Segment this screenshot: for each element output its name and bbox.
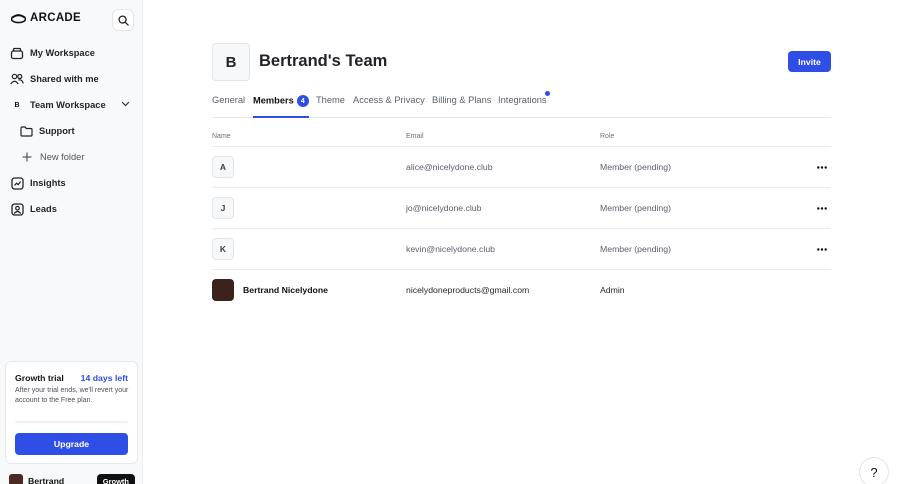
folder-icon [19, 124, 33, 138]
leads-icon [10, 202, 24, 216]
search-icon [117, 14, 129, 26]
arcade-logo-icon [11, 14, 26, 24]
sidebar-item-label: Team Workspace [30, 100, 106, 110]
sidebar-item-team-workspace[interactable]: B Team Workspace [10, 94, 134, 116]
users-icon [10, 72, 24, 86]
tab-billing-plans[interactable]: Billing & Plans [432, 95, 491, 118]
table-row: K kevin@nicelydone.club Member (pending) [212, 228, 831, 269]
member-role: Member (pending) [600, 162, 671, 172]
settings-tabs: General Members 4 Theme Access & Privacy … [212, 91, 831, 118]
member-email: kevin@nicelydone.club [406, 244, 495, 254]
upgrade-button[interactable]: Upgrade [15, 433, 128, 455]
page-title: Bertrand's Team [259, 52, 388, 70]
member-count-badge: 4 [296, 95, 309, 107]
sidebar-item-my-workspace[interactable]: My Workspace [10, 42, 134, 64]
table-row: A alice@nicelydone.club Member (pending) [212, 146, 831, 187]
new-folder-button[interactable]: New folder [20, 146, 134, 168]
chevron-down-icon[interactable] [121, 99, 130, 109]
member-email: nicelydoneproducts@gmail.com [406, 285, 530, 295]
tab-integrations[interactable]: Integrations [498, 91, 550, 118]
sidebar-item-support[interactable]: Support [19, 120, 134, 142]
tab-access-privacy[interactable]: Access & Privacy [353, 95, 425, 118]
sidebar-item-label: Leads [30, 204, 57, 214]
avatar [9, 474, 23, 484]
member-name: Bertrand Nicelydone [243, 285, 328, 295]
invite-button[interactable]: Invite [788, 51, 831, 72]
tab-members[interactable]: Members 4 [253, 95, 309, 118]
sidebar-item-label: Insights [30, 178, 66, 188]
avatar: K [212, 238, 234, 260]
member-role: Member (pending) [600, 244, 671, 254]
brand-name: ARCADE [30, 12, 81, 24]
brand-logo[interactable]: ARCADE [11, 12, 81, 24]
column-header-email: Email [406, 133, 424, 140]
sidebar-item-label: Shared with me [30, 74, 99, 84]
avatar: J [212, 197, 234, 219]
user-name: Bertrand [28, 476, 65, 484]
tab-general[interactable]: General [212, 95, 245, 118]
user-profile[interactable]: Bertrand Growth [9, 474, 135, 484]
sidebar-item-insights[interactable]: Insights [10, 172, 134, 194]
plus-icon [20, 150, 34, 164]
trial-title: Growth trial [15, 373, 64, 383]
sidebar-item-shared-with-me[interactable]: Shared with me [10, 68, 134, 90]
search-button[interactable] [112, 9, 134, 31]
tab-theme[interactable]: Theme [316, 95, 345, 118]
column-header-role: Role [600, 133, 615, 140]
table-row: Bertrand Nicelydone nicelydoneproducts@g… [212, 269, 831, 310]
column-header-name: Name [212, 133, 231, 140]
trial-card: Growth trial 14 days left After your tri… [5, 361, 138, 464]
table-row: J jo@nicelydone.club Member (pending) [212, 187, 831, 228]
avatar [212, 279, 234, 301]
sidebar: ARCADE My Workspace Shared with me B Tea… [0, 0, 143, 484]
trial-progress-bar [15, 421, 128, 423]
member-email: jo@nicelydone.club [406, 203, 482, 213]
team-avatar: B [212, 43, 250, 81]
trial-days-left: 14 days left [80, 373, 128, 383]
help-button[interactable]: ? [859, 457, 889, 484]
help-icon: ? [870, 464, 878, 480]
more-icon [817, 247, 827, 251]
member-email: alice@nicelydone.club [406, 162, 493, 172]
workspace-badge: B [14, 101, 20, 109]
plan-badge: Growth [96, 474, 135, 484]
more-options-button[interactable] [815, 243, 829, 255]
member-role: Member (pending) [600, 203, 671, 213]
insights-icon [10, 176, 24, 190]
more-icon [817, 206, 827, 210]
trial-description: After your trial ends, we'll revert your… [15, 387, 129, 404]
avatar: A [212, 156, 234, 178]
more-options-button[interactable] [815, 202, 829, 214]
more-options-button[interactable] [815, 161, 829, 173]
sidebar-item-leads[interactable]: Leads [10, 198, 134, 220]
sidebar-item-label: My Workspace [30, 48, 95, 58]
workspace-icon [10, 46, 24, 60]
sidebar-item-label: New folder [40, 152, 85, 162]
notification-dot [544, 91, 550, 96]
more-icon [817, 165, 827, 169]
member-role: Admin [600, 285, 625, 295]
sidebar-item-label: Support [39, 126, 75, 136]
